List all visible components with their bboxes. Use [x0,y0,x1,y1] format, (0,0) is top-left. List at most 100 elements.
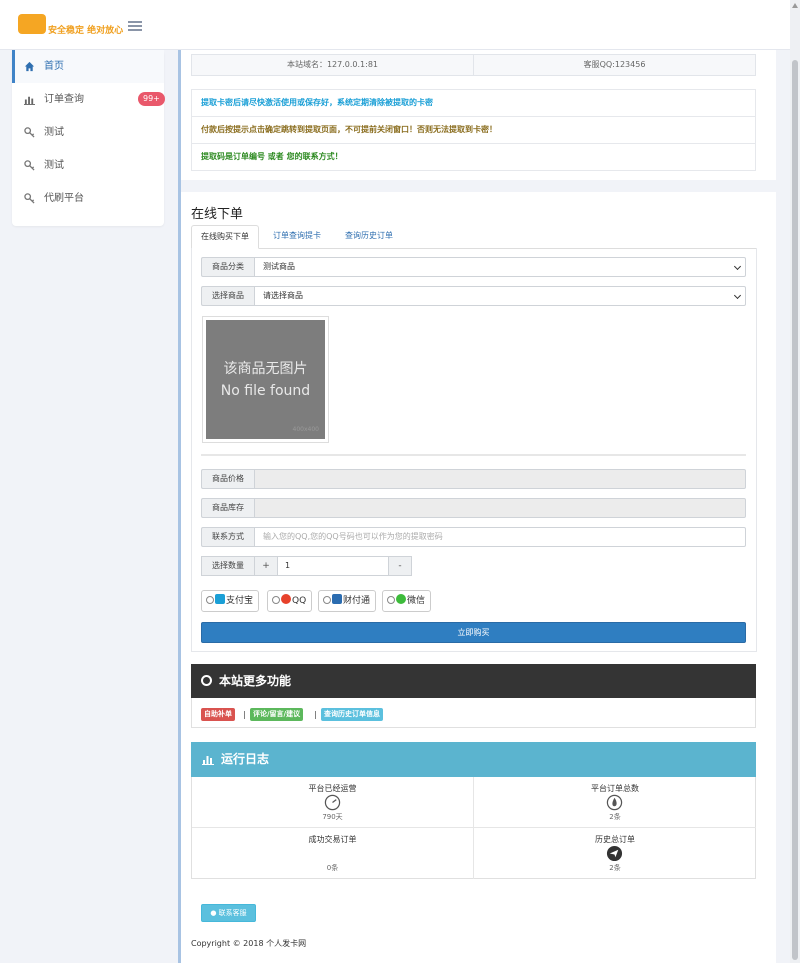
divider [201,454,746,456]
stat-title: 成功交易订单 [308,835,357,844]
order-title: 在线下单 [191,207,244,222]
menu-toggle-icon[interactable] [128,21,142,31]
bar-chart-icon [24,96,35,105]
scrollbar-thumb[interactable] [792,60,798,960]
stock-label: 商品库存 [201,498,254,518]
stat-title: 平台订单总数 [591,784,639,793]
stat-value: 0条 [326,864,339,872]
sidebar-item-test-2[interactable]: 测试 [12,149,164,182]
pay-label: 财付通 [343,596,371,606]
stock-input [254,498,746,518]
footer-copyright: Copyright © 2018 个人发卡网 [191,939,307,948]
stat-days-running: 平台已经运营 790天 [192,777,474,828]
stat-successful-orders: 成功交易订单 0条 [192,828,474,879]
sidebar: 首页 订单查询 99+ 测试 测试 代刷平台 [12,50,165,226]
radio-icon[interactable] [206,596,214,604]
category-value: 测试商品 [263,262,295,271]
key-icon [24,193,35,204]
radio-icon[interactable] [387,596,395,604]
history-query-link[interactable]: 查询历史订单信息 [321,708,383,721]
pay-label: 微信 [407,596,426,606]
feedback-link[interactable]: 评论/留言/建议 [250,708,304,721]
logo-slogan: 安全稳定 绝对放心 [48,26,124,36]
pay-label: QQ [292,596,307,606]
more-functions-title: 本站更多功能 [219,674,292,688]
tab-order-query[interactable]: 订单查询提卡 [264,225,330,249]
sidebar-item-test-1[interactable]: 测试 [12,116,164,149]
stat-value: 2条 [609,864,621,872]
gauge-icon [324,794,341,811]
user-icon: ● [210,909,217,917]
site-logo[interactable] [18,14,46,34]
notice-extract: 提取卡密后请尽快激活使用或保存好，系统定期清除被提取的卡密 [191,89,756,117]
chevron-down-icon [733,291,742,300]
site-domain: 本站域名：127.0.0.1:81 [286,60,379,69]
stat-history-orders: 历史总订单 2条 [474,828,756,879]
pay-option-alipay[interactable]: 支付宝 [201,590,260,612]
contact-service-button[interactable]: ● 联系客服 [201,904,256,922]
product-select[interactable]: 请选择商品 [254,286,746,306]
self-reorder-link[interactable]: 自助补单 [201,708,235,721]
order-tabs: 在线购买下单 订单查询提卡 查询历史订单 [191,225,757,249]
price-field: 商品价格 [201,469,746,489]
category-select[interactable]: 测试商品 [254,257,746,277]
pay-option-wechat[interactable]: 微信 [382,590,432,612]
product-image: 该商品无图片 No file found 400x400 [202,316,329,443]
tab-history-orders[interactable]: 查询历史订单 [336,225,402,249]
image-size-text: 400x400 [292,426,319,433]
stat-total-orders: 平台订单总数 2条 [474,777,756,828]
quantity-minus-button[interactable]: - [388,556,412,576]
sidebar-item-order-query[interactable]: 订单查询 99+ [12,83,165,116]
stock-field: 商品库存 [201,498,746,518]
separator: | [314,710,317,719]
contact-service-label: 联系客服 [218,909,247,917]
radio-icon[interactable] [272,596,280,604]
sidebar-item-label: 首页 [44,61,64,72]
sidebar-item-proxy-platform[interactable]: 代刷平台 [12,182,164,215]
product-value: 请选择商品 [263,291,303,300]
run-log-grid: 平台已经运营 790天 平台订单总数 2条 成功交易订单 0条 历史总订单 2条 [191,777,756,879]
sidebar-item-label: 测试 [44,160,64,171]
fire-icon [606,794,623,811]
podcast-icon [201,675,212,686]
run-log-title: 运行日志 [221,752,270,766]
key-icon [24,127,35,138]
price-input [254,469,746,489]
sidebar-item-home[interactable]: 首页 [12,50,164,83]
stat-value: 790天 [322,813,343,821]
product-field: 选择商品 请选择商品 [201,286,746,306]
run-log-header: 运行日志 [191,742,756,777]
stat-value: 2条 [609,813,621,821]
top-bar: 安全稳定 绝对放心 [0,0,790,50]
no-image-placeholder: 该商品无图片 No file found 400x400 [206,320,325,439]
no-file-text: No file found [220,383,311,399]
alipay-icon [215,594,225,604]
buy-now-button[interactable]: 立即购买 [201,622,746,643]
more-functions-header: 本站更多功能 [191,664,756,698]
notice-payment: 付款后按提示点击确定跳转到提取页面，不可提前关闭窗口！否则无法提取到卡密！ [191,116,756,144]
tab-online-buy[interactable]: 在线购买下单 [191,225,259,249]
order-count-badge: 99+ [138,92,165,106]
quantity-input[interactable]: 1 [278,556,388,576]
category-label: 商品分类 [201,257,254,277]
key-icon [24,160,35,171]
qq-icon [281,594,291,604]
stat-title: 平台已经运营 [308,784,357,793]
radio-icon[interactable] [323,596,331,604]
sidebar-item-label: 测试 [44,127,64,138]
scroll-up-icon[interactable] [792,3,798,8]
quantity-stepper: 选择数量 + 1 - [201,556,412,576]
bar-chart-icon [202,756,214,765]
pay-label: 支付宝 [226,596,254,606]
contact-field: 联系方式 输入您的QQ,您的QQ号码也可以作为您的提取密码 [201,527,746,547]
pay-option-tenpay[interactable]: 财付通 [318,590,377,612]
vertical-scrollbar[interactable] [790,0,800,963]
product-label: 选择商品 [201,286,254,306]
tenpay-icon [332,594,342,604]
quantity-plus-button[interactable]: + [254,556,278,576]
contact-input[interactable]: 输入您的QQ,您的QQ号码也可以作为您的提取密码 [254,527,746,547]
category-field: 商品分类 测试商品 [201,257,746,277]
site-info-row: 本站域名：127.0.0.1:81 客服QQ:123456 [191,54,756,76]
chevron-down-icon [733,262,742,271]
pay-option-qq[interactable]: QQ [267,590,313,612]
